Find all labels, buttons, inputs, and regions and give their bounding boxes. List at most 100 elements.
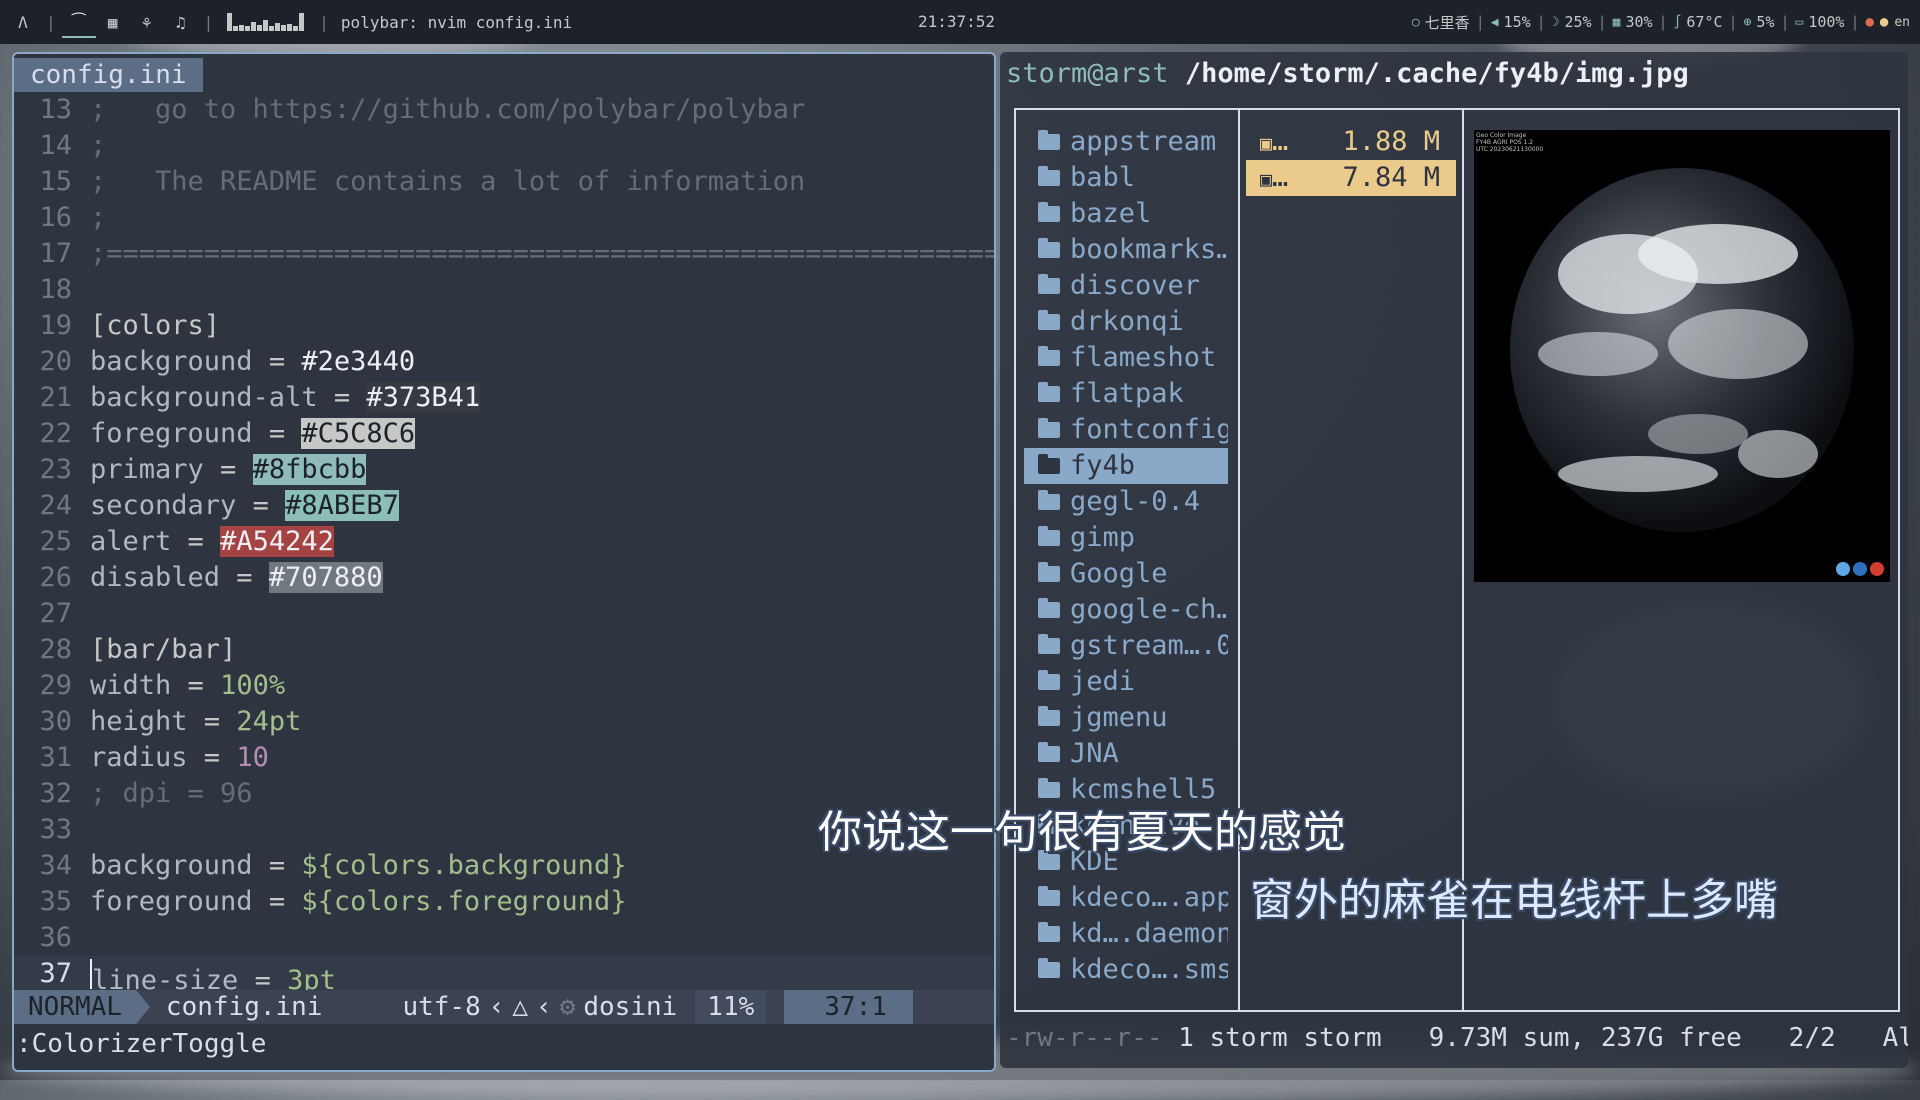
code-line[interactable]: 29 width = 100% xyxy=(14,668,994,704)
cpu-module[interactable]: ▦ 30% xyxy=(1613,13,1653,31)
agency-logo-icon xyxy=(1836,562,1850,576)
folder-icon xyxy=(1038,922,1060,942)
folder-icon xyxy=(1038,958,1060,978)
code-line[interactable]: 37 line-size = 3pt xyxy=(14,956,994,996)
code-line[interactable]: 17 ;=====================================… xyxy=(14,236,994,272)
file-name: … xyxy=(1272,161,1289,193)
code-line[interactable]: 19 [colors] xyxy=(14,308,994,344)
directory-item[interactable]: flameshot xyxy=(1024,340,1228,376)
nvim-window[interactable]: config.ini 13 ; go to https://github.com/… xyxy=(12,52,996,1072)
config-key: foreground xyxy=(90,418,253,449)
folder-icon xyxy=(1038,670,1060,690)
code-line[interactable]: 26 disabled = #707880 xyxy=(14,560,994,596)
code-line[interactable]: 27 xyxy=(14,596,994,632)
directory-name: gegl-0.4 xyxy=(1070,486,1201,517)
code-line[interactable]: 20 background = #2e3440 xyxy=(14,344,994,380)
line-number: 18 xyxy=(39,274,72,305)
tray-fox-icon[interactable]: ● xyxy=(1880,14,1888,30)
folder-icon xyxy=(1038,454,1060,474)
directory-name: flatpak xyxy=(1070,378,1184,409)
directory-name: fontconfig xyxy=(1070,414,1228,445)
code-line[interactable]: 36 xyxy=(14,920,994,956)
config-key: foreground xyxy=(90,886,253,917)
file-item[interactable]: ▣… 7.84 M xyxy=(1246,160,1456,196)
code-line[interactable]: 30 height = 24pt xyxy=(14,704,994,740)
directory-item[interactable]: flatpak xyxy=(1024,376,1228,412)
workspace-4[interactable]: ⚘ xyxy=(130,7,164,37)
folder-icon xyxy=(1038,490,1060,510)
directory-item[interactable]: bazel xyxy=(1024,196,1228,232)
battery-module[interactable]: ▭ 100% xyxy=(1795,13,1844,31)
code-line[interactable]: 14; xyxy=(14,128,994,164)
network-module[interactable]: ⊕ 5% xyxy=(1744,13,1775,31)
directory-item[interactable]: babl xyxy=(1024,160,1228,196)
directory-name: appstream xyxy=(1070,126,1217,157)
line-number: 27 xyxy=(39,598,72,629)
clock[interactable]: 21:37:52 xyxy=(918,12,995,31)
code-line[interactable]: 15 ; The README contains a lot of informa… xyxy=(14,164,994,200)
code-line[interactable]: 24 secondary = #8ABEB7 xyxy=(14,488,994,524)
code-line[interactable]: 28 [bar/bar] xyxy=(14,632,994,668)
tray-app-icon[interactable]: ● xyxy=(1865,14,1873,30)
equals-sign: = xyxy=(252,418,302,449)
file-list[interactable]: ▣… 1.88 M ▣… 7.84 M xyxy=(1246,124,1456,196)
volume-module[interactable]: ◀ 15% xyxy=(1491,13,1531,31)
directory-item[interactable]: fy4b xyxy=(1024,448,1228,484)
config-value: ${colors.foreground} xyxy=(301,886,627,917)
config-value: #2e3440 xyxy=(301,346,416,377)
directory-item[interactable]: Google xyxy=(1024,556,1228,592)
directory-item[interactable]: gimp xyxy=(1024,520,1228,556)
buffer-tab[interactable]: config.ini xyxy=(14,58,203,92)
directory-item[interactable]: fontconfig xyxy=(1024,412,1228,448)
config-key: background xyxy=(90,346,253,377)
workspace-2[interactable]: ⁀ xyxy=(61,6,96,38)
code-line[interactable]: 16; xyxy=(14,200,994,236)
equals-sign: = xyxy=(187,742,237,773)
separator: | xyxy=(319,12,329,32)
command-line[interactable]: :ColorizerToggle xyxy=(14,1026,266,1062)
equals-sign: = xyxy=(252,346,302,377)
config-value: #8fbcbb xyxy=(252,454,367,485)
code-line[interactable]: 22 foreground = #C5C8C6 xyxy=(14,416,994,452)
statusline-position: 37:1 xyxy=(784,990,913,1024)
thermometer-icon: ∫ xyxy=(1673,14,1682,30)
line-number: 30 xyxy=(39,706,72,737)
directory-name: JNA xyxy=(1070,738,1119,769)
backlight-module[interactable]: ☽ 25% xyxy=(1552,13,1592,31)
directory-item[interactable]: drkonqi xyxy=(1024,304,1228,340)
comment-line: ; The README contains a lot of informati… xyxy=(90,166,806,197)
directory-item[interactable]: appstream xyxy=(1024,124,1228,160)
directory-item[interactable]: kd….daemon xyxy=(1024,916,1228,952)
directory-item[interactable]: jedi xyxy=(1024,664,1228,700)
code-line[interactable]: 21 background-alt = #373B41 xyxy=(14,380,994,416)
comment-line: ; xyxy=(90,202,107,233)
directory-item[interactable]: google-ch… xyxy=(1024,592,1228,628)
linux-icon: △ xyxy=(512,992,529,1022)
file-item[interactable]: ▣… 1.88 M xyxy=(1246,124,1456,160)
weather-module[interactable]: ○ 七里香 xyxy=(1412,12,1470,33)
keyboard-layout[interactable]: en xyxy=(1894,15,1910,30)
workspace-5[interactable]: ♫ xyxy=(164,7,198,37)
directory-item[interactable]: gegl-0.4 xyxy=(1024,484,1228,520)
directory-item[interactable]: gstream….0 xyxy=(1024,628,1228,664)
directory-item[interactable]: kdeco….sms xyxy=(1024,952,1228,988)
temperature-module[interactable]: ∫ 67°C xyxy=(1674,13,1723,31)
directory-item[interactable]: kdeco….app xyxy=(1024,880,1228,916)
code-line[interactable]: 31 radius = 10 xyxy=(14,740,994,776)
directory-item[interactable]: discover xyxy=(1024,268,1228,304)
directory-item[interactable]: bookmarks… xyxy=(1024,232,1228,268)
code-line[interactable]: 18 xyxy=(14,272,994,308)
directory-item[interactable]: JNA xyxy=(1024,736,1228,772)
folder-icon xyxy=(1038,742,1060,762)
code-line[interactable]: 23 primary = #8fbcbb xyxy=(14,452,994,488)
code-line[interactable]: 25 alert = #A54242 xyxy=(14,524,994,560)
workspace-1[interactable]: Λ xyxy=(6,7,40,37)
code-line[interactable]: 35 foreground = ${colors.foreground} xyxy=(14,884,994,920)
statusline: NORMAL config.ini utf-8 ‹ △ ‹ ⚙ dosini 1… xyxy=(14,990,994,1024)
code-text: [colors] xyxy=(90,310,221,341)
config-entry: width = 100% xyxy=(90,668,285,704)
directory-item[interactable]: jgmenu xyxy=(1024,700,1228,736)
workspace-3[interactable]: ▦ xyxy=(96,7,130,37)
code-line[interactable]: 13 ; go to https://github.com/polybar/pol… xyxy=(14,92,994,128)
line-number: 17 xyxy=(39,238,72,269)
